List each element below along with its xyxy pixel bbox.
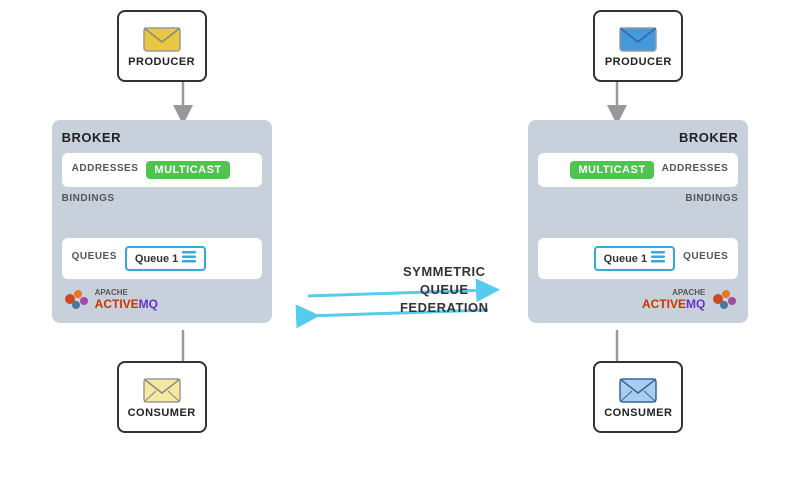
right-broker-panel: BROKER MULTICAST ADDRESSES BINDINGS Queu… xyxy=(528,120,748,323)
right-addresses-label: ADDRESSES xyxy=(662,163,729,174)
left-consumer-box: CONSUMER xyxy=(117,361,207,433)
left-queue1-badge: Queue 1 xyxy=(125,246,206,271)
right-apache-label: APACHE xyxy=(642,288,705,297)
left-producer-envelope-icon xyxy=(143,24,181,52)
federation-label: SYMMETRIC QUEUE FEDERATION xyxy=(400,263,489,318)
left-queue-lines-icon xyxy=(182,251,196,266)
left-producer-label: PRODUCER xyxy=(128,56,195,68)
left-broker-label: BROKER xyxy=(62,130,262,145)
right-queue-lines-icon xyxy=(651,251,665,266)
right-addresses-box: MULTICAST ADDRESSES xyxy=(538,153,738,187)
right-column: PRODUCER BROKER MULTICAST ADDRESSES BIND… xyxy=(528,10,748,433)
left-addresses-label: ADDRESSES xyxy=(72,163,139,174)
right-consumer-label: CONSUMER xyxy=(604,407,672,419)
right-activemq-text: ACTIVEMQ xyxy=(642,297,705,311)
left-broker-panel: BROKER ADDRESSES MULTICAST BINDINGS QUEU… xyxy=(52,120,272,323)
diagram: PRODUCER BROKER ADDRESSES MULTICAST BIND… xyxy=(0,0,800,500)
right-multicast-badge: MULTICAST xyxy=(570,161,653,179)
right-producer-box: PRODUCER xyxy=(593,10,683,82)
left-bindings-label: BINDINGS xyxy=(62,193,262,204)
left-consumer-label: CONSUMER xyxy=(128,407,196,419)
left-activemq-text: ACTIVEMQ xyxy=(95,297,158,311)
left-consumer-envelope-icon xyxy=(143,375,181,403)
left-producer-box: PRODUCER xyxy=(117,10,207,82)
middle-column: SYMMETRIC QUEUE FEDERATION xyxy=(335,10,465,290)
left-column: PRODUCER BROKER ADDRESSES MULTICAST BIND… xyxy=(52,10,272,433)
right-queues-box: Queue 1 QUEUES xyxy=(538,238,738,279)
right-consumer-box: CONSUMER xyxy=(593,361,683,433)
right-producer-envelope-icon xyxy=(619,24,657,52)
left-queues-box: QUEUES Queue 1 xyxy=(62,238,262,279)
left-addresses-box: ADDRESSES MULTICAST xyxy=(62,153,262,187)
right-producer-label: PRODUCER xyxy=(605,56,672,68)
left-apache-label: APACHE xyxy=(95,288,158,297)
right-queues-label: QUEUES xyxy=(683,251,728,262)
left-queues-label: QUEUES xyxy=(72,251,117,262)
right-activemq-icon xyxy=(710,285,738,313)
left-activemq-icon xyxy=(62,285,90,313)
right-bindings-label: BINDINGS xyxy=(538,193,738,204)
right-broker-label: BROKER xyxy=(679,130,738,145)
right-queue1-badge: Queue 1 xyxy=(594,246,675,271)
left-activemq-logo: APACHE ACTIVEMQ xyxy=(62,285,262,313)
left-multicast-badge: MULTICAST xyxy=(146,161,229,179)
right-activemq-logo: APACHE ACTIVEMQ xyxy=(538,285,738,313)
right-consumer-envelope-icon xyxy=(619,375,657,403)
